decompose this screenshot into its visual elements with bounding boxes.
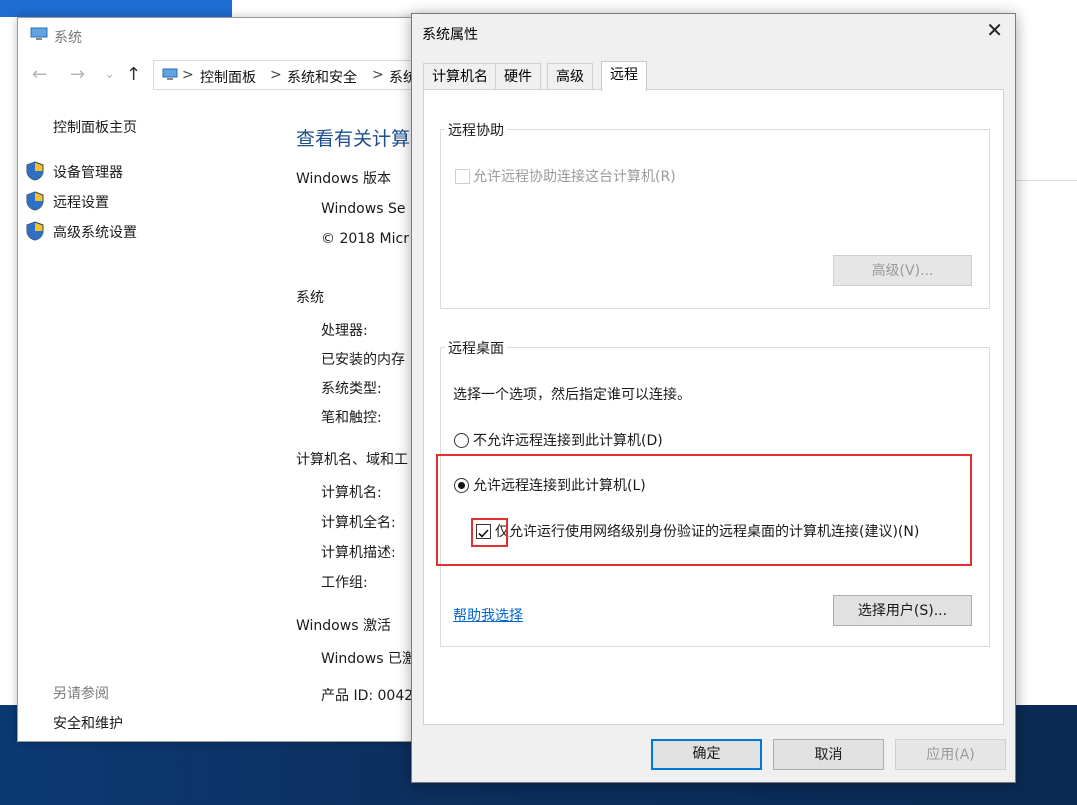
highlight-box <box>436 454 972 566</box>
ok-button[interactable]: 确定 <box>651 739 762 770</box>
shield-icon <box>26 161 44 181</box>
dialog-title: 系统属性 <box>422 27 478 43</box>
control-panel-icon <box>162 68 178 80</box>
section-windows-activation: Windows 激活 <box>296 618 391 634</box>
remote-desktop-label: 远程桌面 <box>445 338 507 358</box>
section-system: 系统 <box>296 290 324 306</box>
tab-advanced[interactable]: 高级 <box>547 63 593 90</box>
allow-remote-assistance-checkbox[interactable] <box>455 169 470 184</box>
up-arrow-icon[interactable]: ↑ <box>126 64 141 85</box>
deny-remote-radio[interactable] <box>454 433 469 448</box>
recent-chevron-icon[interactable]: ⌄ <box>104 67 115 82</box>
forward-arrow-icon[interactable]: → <box>70 64 85 85</box>
cancel-button[interactable]: 取消 <box>773 739 884 770</box>
breadcrumb-system-security[interactable]: 系统和安全 <box>287 67 357 87</box>
shield-icon <box>26 221 44 241</box>
allow-remote-assistance-label: 允许远程协助连接这台计算机(R) <box>473 169 676 185</box>
section-windows-edition: Windows 版本 <box>296 171 391 187</box>
checkbox-highlight-box <box>471 518 508 547</box>
page-title: 查看有关计算 <box>296 128 411 150</box>
tab-hardware[interactable]: 硬件 <box>495 63 541 90</box>
divider <box>1014 180 1077 181</box>
system-properties-dialog: 系统属性 ✕ 计算机名 硬件 高级 远程 远程协助 允许远程协助连接这台计算机(… <box>411 13 1016 783</box>
workgroup-label: 工作组: <box>321 575 368 591</box>
computer-description-label: 计算机描述: <box>321 545 396 561</box>
back-arrow-icon[interactable]: ← <box>32 64 47 85</box>
apply-button[interactable]: 应用(A) <box>895 739 1006 770</box>
background-window-left-edge <box>0 17 17 705</box>
breadcrumb-separator: > <box>270 67 282 83</box>
full-computer-name-label: 计算机全名: <box>321 515 396 531</box>
remote-assistance-advanced-button[interactable]: 高级(V)... <box>833 255 972 286</box>
window-title: 系统 <box>54 30 82 46</box>
background-window-strip <box>0 0 232 17</box>
close-icon[interactable]: ✕ <box>986 20 1003 40</box>
see-also-label: 另请参阅 <box>53 686 109 702</box>
computer-name-label: 计算机名: <box>321 485 382 501</box>
sidebar-item-device-manager[interactable]: 设备管理器 <box>53 162 123 182</box>
remote-desktop-instruction: 选择一个选项，然后指定谁可以连接。 <box>453 387 691 403</box>
remote-tab-pane: 远程协助 允许远程协助连接这台计算机(R) 高级(V)... 远程桌面 选择一个… <box>423 89 1004 725</box>
tab-remote[interactable]: 远程 <box>601 61 647 91</box>
processor-label: 处理器: <box>321 323 368 339</box>
pen-touch-label: 笔和触控: <box>321 410 382 426</box>
address-bar[interactable]: > 控制面板 > 系统和安全 > 系统 <box>153 60 438 90</box>
edition-name: Windows Se <box>321 201 406 217</box>
memory-label: 已安装的内存 <box>321 352 405 368</box>
product-id: 产品 ID: 0042 <box>321 688 414 704</box>
navigation-bar: ← → ⌄ ↑ > 控制面板 > 系统和安全 > 系统 <box>18 58 438 92</box>
computer-icon <box>30 27 48 40</box>
sidebar-item-security-maintenance[interactable]: 安全和维护 <box>53 713 123 733</box>
copyright-text: © 2018 Micr <box>321 231 409 247</box>
activation-status: Windows 已激 <box>321 651 416 667</box>
sidebar-home-link[interactable]: 控制面板主页 <box>53 117 137 137</box>
breadcrumb-separator: > <box>372 67 384 83</box>
sidebar-item-advanced-settings[interactable]: 高级系统设置 <box>53 222 137 242</box>
tab-computer-name[interactable]: 计算机名 <box>423 63 497 90</box>
system-window: 系统 ← → ⌄ ↑ > 控制面板 > 系统和安全 > 系统 控制面板主页 设备… <box>17 17 439 742</box>
help-me-choose-link[interactable]: 帮助我选择 <box>453 605 523 625</box>
system-window-titlebar: 系统 <box>18 18 438 52</box>
sidebar-item-remote-settings[interactable]: 远程设置 <box>53 192 109 212</box>
breadcrumb-control-panel[interactable]: 控制面板 <box>200 67 256 87</box>
system-type-label: 系统类型: <box>321 381 382 397</box>
section-computer-name: 计算机名、域和工 <box>296 452 408 468</box>
shield-icon <box>26 191 44 211</box>
select-users-button[interactable]: 选择用户(S)... <box>833 595 972 626</box>
deny-remote-label: 不允许远程连接到此计算机(D) <box>473 433 663 449</box>
background-window-right <box>1014 17 1077 705</box>
remote-assistance-label: 远程协助 <box>445 120 507 140</box>
breadcrumb-separator: > <box>182 67 194 83</box>
